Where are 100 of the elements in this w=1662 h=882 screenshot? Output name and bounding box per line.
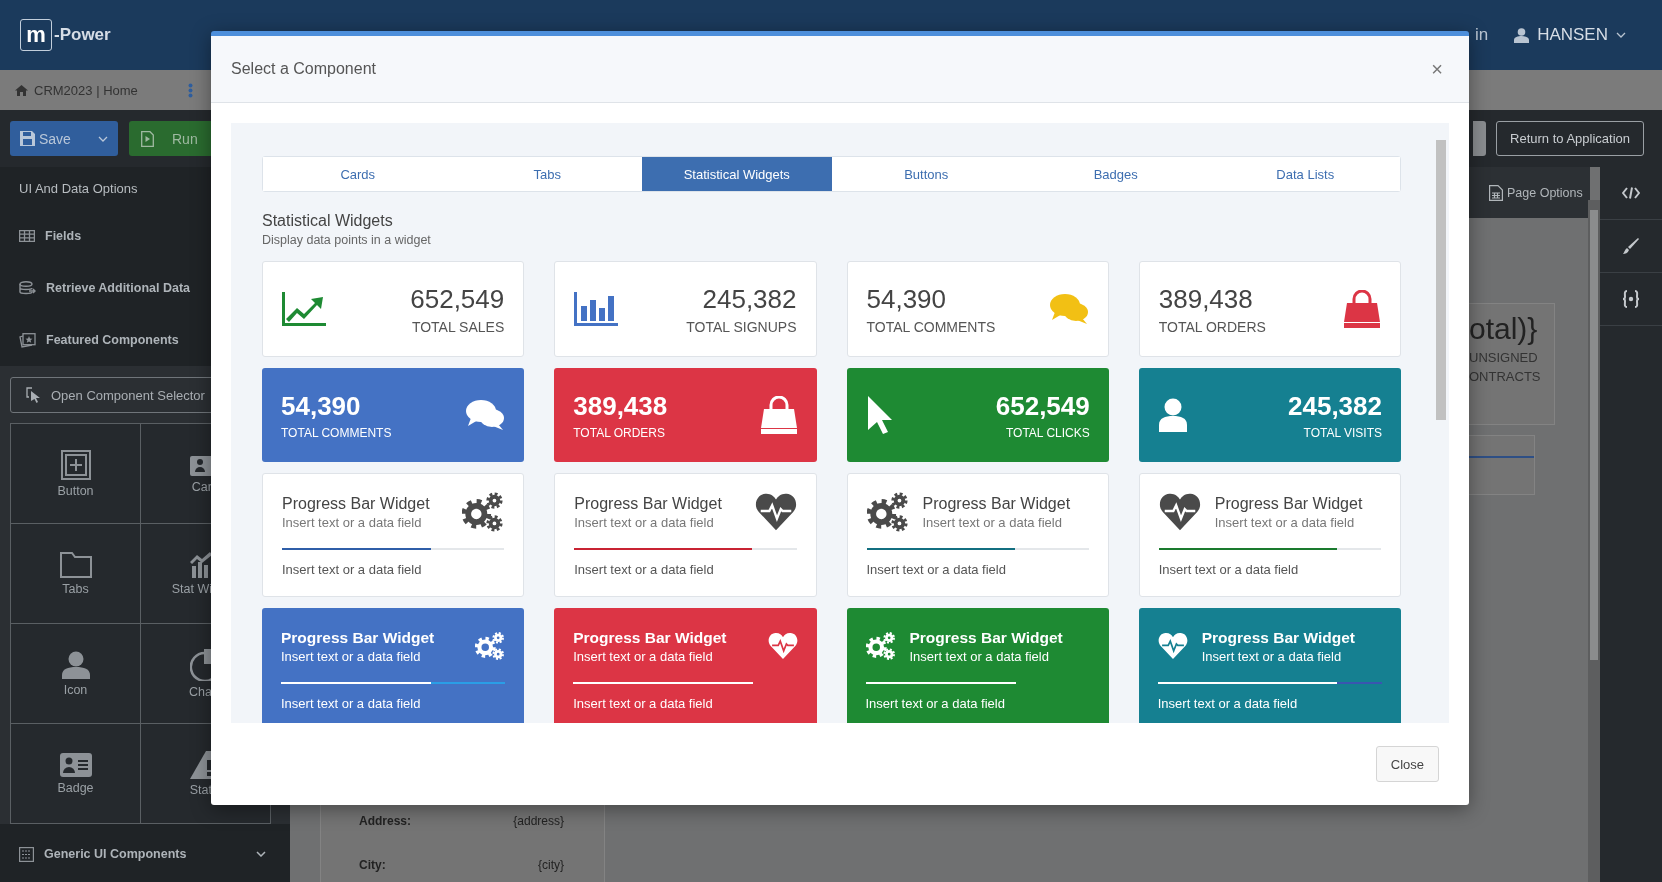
- close-button[interactable]: ×: [1425, 57, 1449, 81]
- header-menu-link[interactable]: in: [1474, 25, 1489, 45]
- chevron-down-icon: [256, 851, 266, 857]
- list-box-icon: [19, 846, 34, 862]
- toolbar-button[interactable]: [1473, 121, 1487, 156]
- widget-title: Progress Bar Widget: [922, 494, 1071, 513]
- widget-footer-text: Insert text or a data field: [1157, 696, 1299, 711]
- sidebar-heading: UI And Data Options: [18, 180, 139, 198]
- bar-chart-icon: [574, 292, 619, 326]
- widget-subtitle: Insert text or a data field: [1201, 648, 1343, 664]
- widget-title: Progress Bar Widget: [573, 628, 727, 647]
- heart-pulse-icon: [754, 491, 797, 533]
- stat-widget-card[interactable]: 652,549 TOTAL CLICKS: [846, 368, 1109, 462]
- canvas-label-text: ONTRACTS: [1469, 369, 1542, 384]
- plus-square-icon: [60, 449, 91, 480]
- progress-widget-card[interactable]: Progress Bar Widget Insert text or a data field Insert text or a data field: [554, 608, 817, 723]
- cursor-icon: [865, 395, 894, 435]
- heart-pulse-icon: [1157, 631, 1188, 661]
- stat-label: TOTAL CLICKS: [1005, 425, 1090, 440]
- stat-value: 389,438: [1158, 283, 1254, 315]
- progress-widget-card[interactable]: Progress Bar Widget Insert text or a data field Insert text or a data field: [262, 608, 525, 723]
- widget-subtitle: Insert text or a data field: [282, 514, 423, 530]
- section-description: Display data points in a widget: [262, 233, 432, 247]
- component-tile[interactable]: Icon: [11, 624, 141, 724]
- widget-footer-text: Insert text or a data field: [281, 696, 422, 711]
- widget-subtitle: Insert text or a data field: [909, 648, 1050, 664]
- stat-value: 245,382: [702, 283, 797, 315]
- tile-label: Button: [57, 483, 94, 498]
- stat-widget-card[interactable]: 245,382 TOTAL SIGNUPS: [554, 261, 817, 357]
- widget-subtitle: Insert text or a data field: [922, 514, 1063, 530]
- page-options-tab[interactable]: Page Options: [1469, 167, 1590, 218]
- dialog-title: Select a Component: [231, 60, 376, 78]
- widget-title: Progress Bar Widget: [282, 494, 430, 513]
- tile-label: Tabs: [62, 581, 89, 596]
- stat-label: TOTAL VISITS: [1303, 425, 1382, 440]
- widget-footer-text: Insert text or a data field: [282, 562, 423, 577]
- widget-title: Progress Bar Widget: [574, 494, 722, 513]
- stat-label: TOTAL COMMENTS: [866, 318, 996, 335]
- widget-footer-text: Insert text or a data field: [865, 696, 1006, 711]
- stat-widget-card[interactable]: 389,438 TOTAL ORDERS: [1138, 261, 1401, 357]
- scrollbar[interactable]: [1588, 200, 1600, 882]
- cursor-select-icon: [26, 387, 41, 403]
- stat-widget-card[interactable]: 245,382 TOTAL VISITS: [1138, 368, 1401, 462]
- widget-title: Progress Bar Widget: [1201, 628, 1355, 647]
- braces-icon[interactable]: [1622, 290, 1640, 308]
- chat-bubbles-icon: [1048, 293, 1089, 325]
- home-icon: [15, 84, 28, 96]
- stat-widget-card[interactable]: 54,390 TOTAL COMMENTS: [846, 261, 1109, 357]
- stat-value: 54,390: [281, 390, 362, 422]
- progress-widget-card[interactable]: Progress Bar Widget Insert text or a data field Insert text or a data field: [1138, 608, 1401, 723]
- stat-widget-card[interactable]: 389,438 TOTAL ORDERS: [554, 368, 817, 462]
- progress-widget-card[interactable]: Progress Bar Widget Insert text or a data field Insert text or a data field: [846, 473, 1109, 597]
- stat-widget-card[interactable]: 54,390 TOTAL COMMENTS: [262, 368, 525, 462]
- canvas-label-text: UNSIGNED: [1469, 350, 1539, 365]
- heart-pulse-icon: [1158, 491, 1201, 533]
- pie-chart-icon: [190, 648, 212, 681]
- section-heading: Statistical Widgets: [262, 212, 394, 230]
- progress-widget-card[interactable]: Progress Bar Widget Insert text or a data field Insert text or a data field: [554, 473, 817, 597]
- close-button[interactable]: Close: [1375, 746, 1439, 782]
- widget-title: Progress Bar Widget: [909, 628, 1063, 647]
- component-tile[interactable]: Tabs: [11, 524, 141, 624]
- tab[interactable]: Statistical Widgets: [642, 157, 832, 191]
- canvas-card: [1469, 435, 1535, 495]
- component-tile[interactable]: Button: [11, 424, 141, 524]
- progress-widget-card[interactable]: Progress Bar Widget Insert text or a data field Insert text or a data field: [1138, 473, 1401, 597]
- gears-icon: [475, 631, 506, 661]
- calculator-icon: [1489, 184, 1503, 201]
- widget-title: Progress Bar Widget: [1214, 494, 1363, 513]
- brush-icon[interactable]: [1623, 238, 1639, 254]
- bar-chart-icon: [190, 551, 212, 578]
- id-card-icon: [59, 752, 92, 777]
- gears-icon: [866, 491, 909, 533]
- stat-widget-card[interactable]: 652,549 TOTAL SALES: [262, 261, 525, 357]
- warning-icon: [190, 750, 212, 779]
- user-icon: [1514, 27, 1530, 43]
- code-icon[interactable]: [1622, 187, 1640, 199]
- logo-text: -Power: [54, 25, 111, 45]
- chevron-down-icon: [1616, 32, 1626, 38]
- widget-footer-text: Insert text or a data field: [573, 696, 714, 711]
- shopping-bag-icon: [759, 396, 798, 434]
- widget-subtitle: Insert text or a data field: [574, 514, 715, 530]
- return-to-application-button[interactable]: Return to Application: [1496, 121, 1644, 156]
- tile-label: Cha: [189, 684, 212, 699]
- widget-title: Progress Bar Widget: [281, 628, 435, 647]
- user-menu[interactable]: HANSEN: [1514, 25, 1626, 45]
- stat-value: 652,549: [410, 283, 505, 315]
- heart-pulse-icon: [767, 631, 798, 661]
- field-label: City:: [359, 858, 386, 872]
- save-button[interactable]: Save: [10, 121, 118, 156]
- component-tile[interactable]: Badge: [11, 724, 141, 824]
- database-icon: [19, 281, 36, 295]
- widget-subtitle: Insert text or a data field: [281, 648, 422, 664]
- breadcrumb-text[interactable]: CRM2023 | Home: [34, 82, 138, 98]
- chevron-down-icon: [98, 135, 108, 142]
- stat-value: 389,438: [573, 390, 668, 422]
- field-value: {city}: [538, 858, 564, 872]
- tile-label: Car: [191, 479, 212, 494]
- person-icon: [60, 650, 91, 679]
- progress-widget-card[interactable]: Progress Bar Widget Insert text or a data field Insert text or a data field: [262, 473, 525, 597]
- progress-widget-card[interactable]: Progress Bar Widget Insert text or a data field Insert text or a data field: [846, 608, 1109, 723]
